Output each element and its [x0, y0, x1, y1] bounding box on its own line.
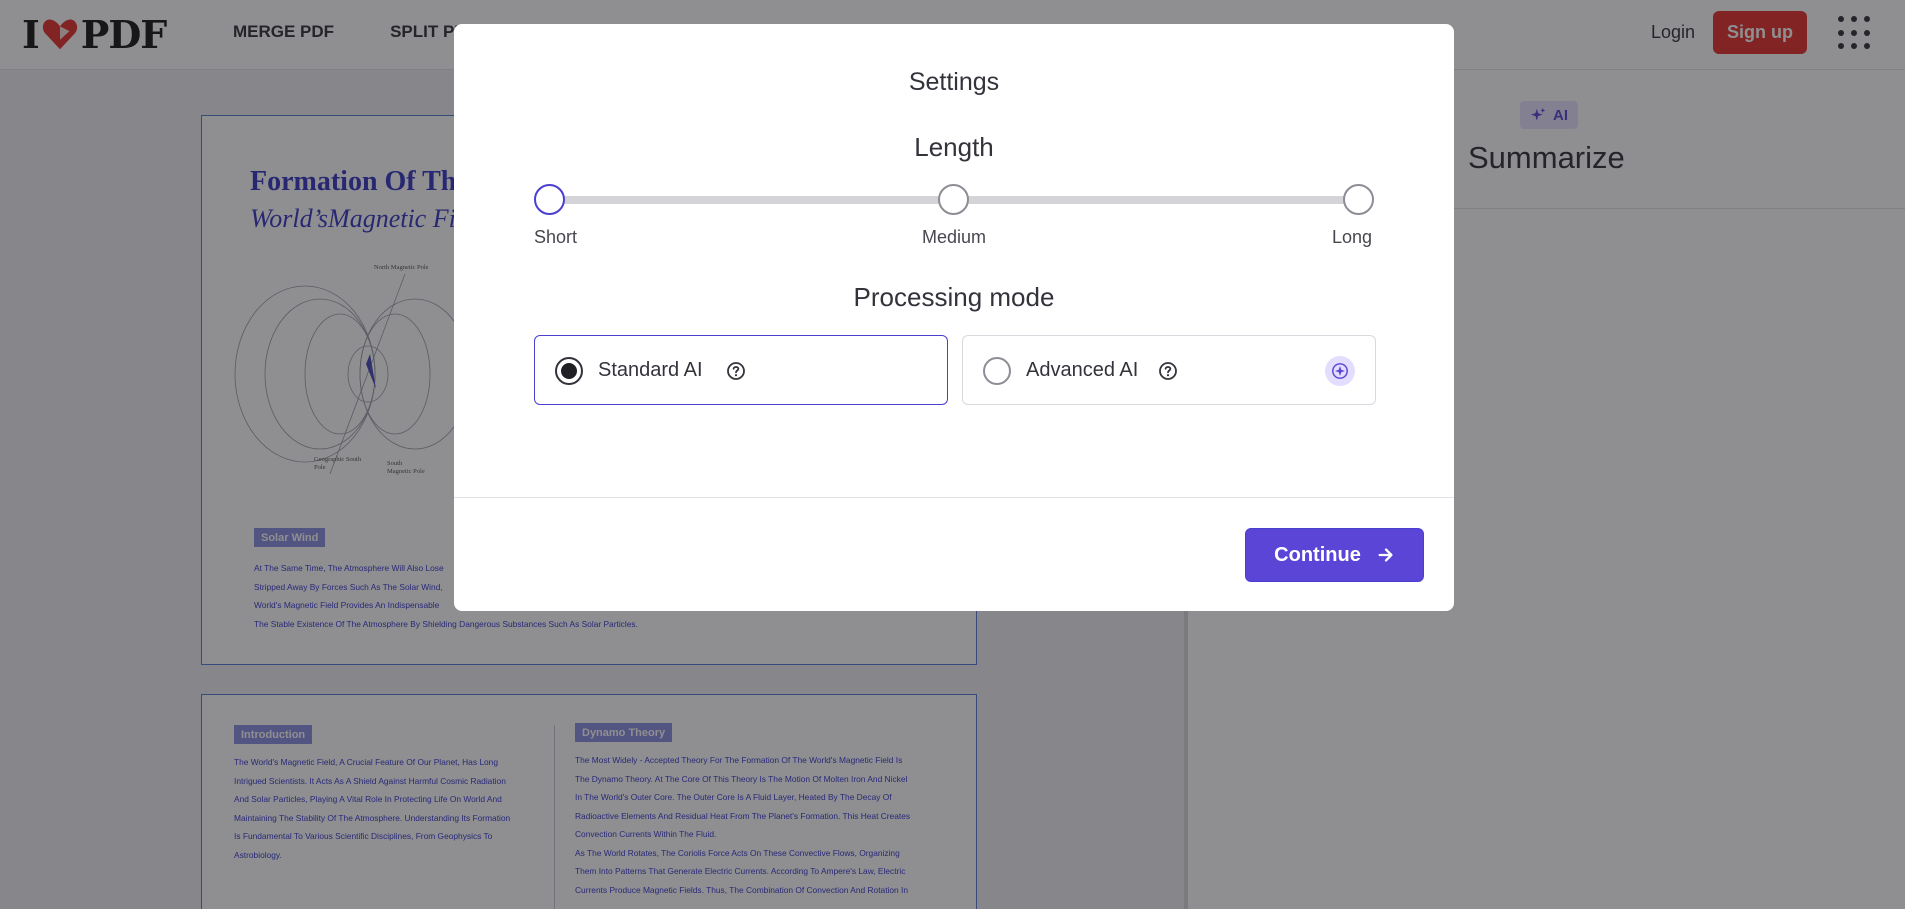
continue-button[interactable]: Continue [1245, 528, 1424, 582]
advanced-label: Advanced AI [1026, 359, 1139, 381]
length-label-short: Short [534, 227, 578, 247]
length-label-long: Long [1332, 227, 1373, 247]
continue-label: Continue [1274, 543, 1361, 566]
modal-footer-divider [454, 497, 1454, 498]
modal-title: Settings [908, 68, 1000, 96]
length-label-medium: Medium [922, 227, 987, 247]
help-icon[interactable] [1158, 361, 1178, 381]
mode-option-advanced[interactable]: Advanced AI [962, 335, 1376, 405]
length-heading: Length [914, 132, 994, 162]
processing-mode-heading: Processing mode [853, 282, 1055, 312]
length-option-short[interactable] [534, 184, 565, 215]
advanced-radio[interactable] [983, 357, 1011, 385]
settings-modal: Settings Length Short Medium Long Proces… [454, 24, 1454, 611]
premium-icon [1325, 356, 1355, 386]
standard-radio[interactable] [555, 357, 583, 385]
help-icon[interactable] [726, 361, 746, 381]
mode-option-standard[interactable]: Standard AI [534, 335, 948, 405]
standard-label: Standard AI [598, 359, 703, 381]
length-option-medium[interactable] [938, 184, 969, 215]
length-option-long[interactable] [1343, 184, 1374, 215]
arrow-right-icon [1378, 548, 1393, 562]
